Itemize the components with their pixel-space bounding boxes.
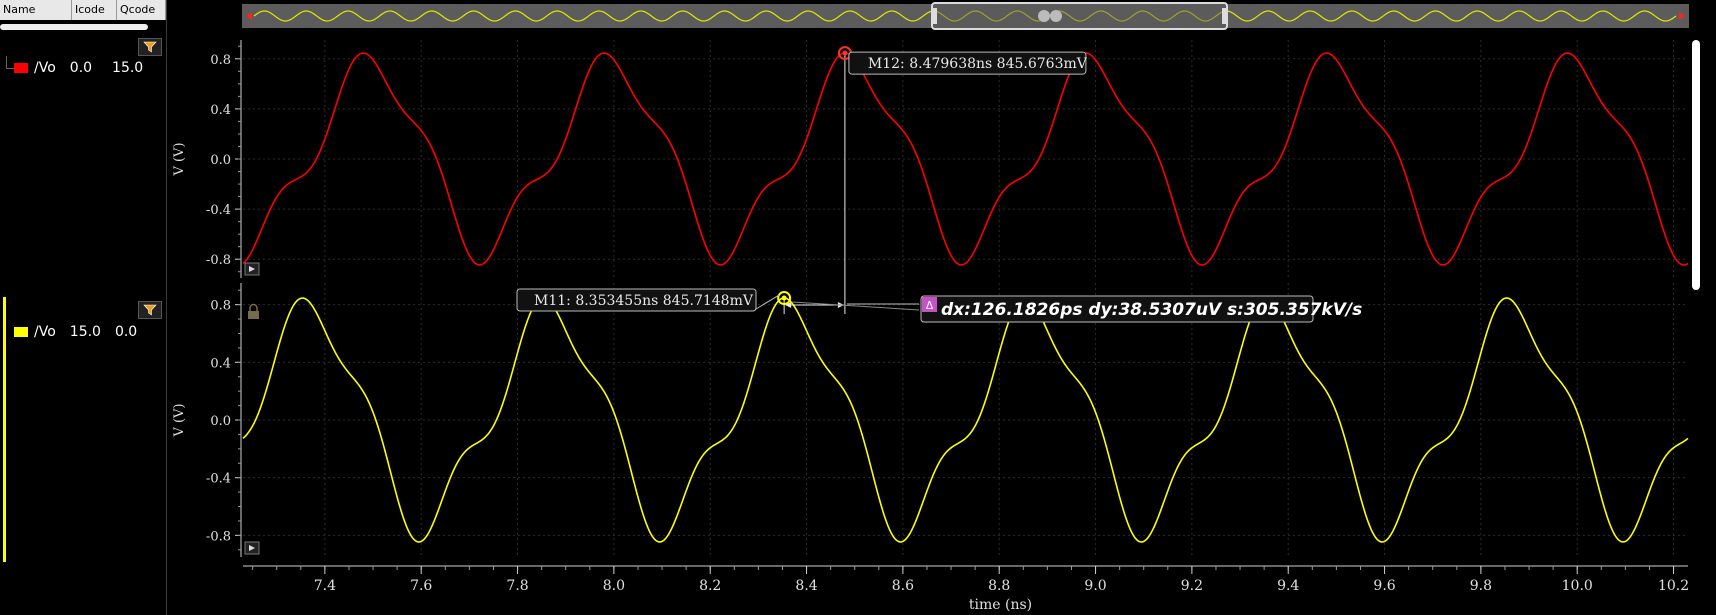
play-icon[interactable]: [244, 541, 260, 555]
y-tick-label: 0.0: [210, 153, 231, 168]
x-tick-label: 10.0: [1562, 578, 1593, 594]
overview-navigator[interactable]: [242, 2, 1689, 30]
x-tick-label: 9.4: [1277, 578, 1299, 594]
lock-body: [248, 311, 259, 319]
delta-label-text: dx:126.1826ps dy:38.5307uV s:305.357kV/s: [941, 300, 1362, 320]
delta-icon-glyph: Δ: [926, 299, 934, 312]
x-tick-label: 8.4: [795, 578, 817, 594]
x-tick-label: 7.4: [314, 578, 336, 594]
plot-vertical-scrollbar[interactable]: [1692, 40, 1700, 290]
marker-m12-label[interactable]: M12: 8.479638ns 845.6763mV: [848, 51, 1088, 75]
marker-label-text: M12: 8.479638ns 845.6763mV: [868, 56, 1088, 72]
y-tick-label: 0.8: [210, 53, 231, 68]
x-tick-label: 8.8: [988, 578, 1010, 594]
x-axis-label: time (ns): [969, 597, 1032, 613]
y-tick-label: -0.4: [206, 472, 231, 487]
y-axis-label: V (V): [172, 403, 187, 437]
plot-strip-2[interactable]: 0.8 0.4 0.0 -0.4 -0.8 V (V): [172, 283, 1689, 557]
y-tick-label: -0.4: [206, 203, 231, 218]
x-tick-label: 9.0: [1084, 578, 1106, 594]
thumb-left-handle[interactable]: [933, 8, 937, 24]
waveform-plot[interactable]: 0.8 0.4 0.0 -0.4 -0.8 V (V) 0.8 0.4 0.0 -0.4 -0.8 V…: [0, 0, 1716, 615]
delta-icon[interactable]: Δ: [922, 297, 937, 312]
overview-thumb[interactable]: [931, 2, 1228, 30]
thumb-right-handle[interactable]: [1222, 8, 1226, 24]
x-tick-label: 8.0: [603, 578, 625, 594]
marker-m11-dot: [781, 295, 787, 301]
y-tick-label: 0.4: [210, 356, 231, 371]
y-tick-label: 0.4: [210, 103, 231, 118]
y-tick-label: -0.8: [206, 529, 231, 544]
marker-m11-label[interactable]: M11: 8.353455ns 845.7148mV: [516, 288, 757, 312]
x-tick-label: 7.8: [506, 578, 528, 594]
y-axis-label: V (V): [172, 142, 187, 176]
x-tick-label: 9.6: [1373, 578, 1395, 594]
marker-label-text: M11: 8.353455ns 845.7148mV: [534, 293, 754, 309]
plot-strip-1[interactable]: 0.8 0.4 0.0 -0.4 -0.8 V (V): [172, 40, 1689, 278]
y-tick-label: -0.8: [206, 253, 231, 268]
play-icon[interactable]: [244, 262, 260, 276]
y-tick-label: 0.0: [210, 414, 231, 429]
x-tick-label: 10.2: [1658, 578, 1689, 594]
x-tick-label: 8.6: [892, 578, 914, 594]
x-tick-label: 7.6: [410, 578, 432, 594]
x-tick-label: 8.2: [699, 578, 721, 594]
x-tick-label: 9.8: [1470, 578, 1492, 594]
marker-m12-dot: [842, 50, 848, 56]
y-tick-label: 0.8: [210, 299, 231, 314]
x-tick-label: 9.2: [1181, 578, 1203, 594]
